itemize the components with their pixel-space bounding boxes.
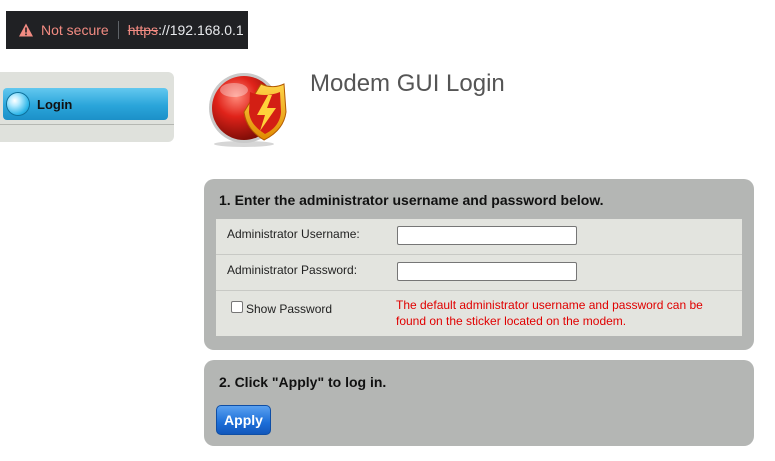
orb-icon: [7, 93, 29, 115]
row-divider: [216, 254, 742, 255]
show-password-checkbox[interactable]: [231, 301, 243, 313]
default-credentials-note: The default administrator username and p…: [396, 298, 703, 328]
address-separator: [117, 21, 119, 39]
row-divider: [216, 290, 742, 291]
url-text[interactable]: https://192.168.0.1: [128, 22, 244, 38]
show-password-label[interactable]: Show Password: [246, 302, 332, 316]
credentials-heading: 1. Enter the administrator username and …: [219, 192, 604, 208]
warning-triangle-icon: [18, 22, 34, 38]
address-bar[interactable]: Not secure https://192.168.0.1: [6, 11, 248, 49]
page-title: Modem GUI Login: [310, 70, 505, 97]
username-input[interactable]: [397, 226, 577, 245]
url-host: 192.168.0.1: [169, 22, 244, 38]
url-scheme: https: [127, 22, 159, 38]
sidebar-divider: [0, 124, 174, 125]
credentials-form: Administrator Username: Administrator Pa…: [216, 219, 742, 336]
username-label: Administrator Username:: [227, 227, 360, 241]
shield-lightning-logo: [204, 70, 294, 148]
password-input[interactable]: [397, 262, 577, 281]
url-scheme-separator: ://: [158, 22, 170, 38]
sidebar-item-login[interactable]: Login: [3, 88, 168, 120]
sidebar-item-label: Login: [37, 96, 73, 112]
apply-heading: 2. Click "Apply" to log in.: [219, 374, 387, 390]
apply-button[interactable]: Apply: [216, 405, 271, 435]
credentials-panel: 1. Enter the administrator username and …: [204, 179, 754, 350]
apply-panel: 2. Click "Apply" to log in. Apply: [204, 360, 754, 446]
password-label: Administrator Password:: [227, 263, 358, 277]
not-secure-label[interactable]: Not secure: [41, 22, 109, 38]
sidebar: Login: [0, 72, 174, 142]
